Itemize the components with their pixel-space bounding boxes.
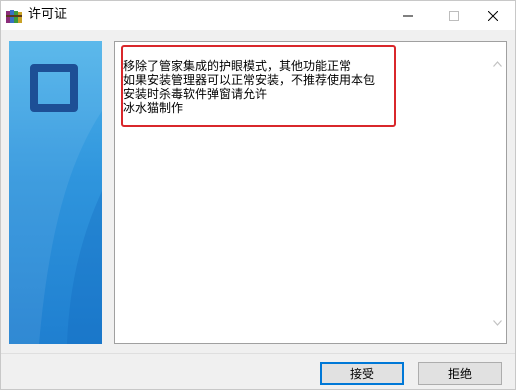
accept-button[interactable]: 接受 bbox=[320, 362, 404, 385]
title-bar[interactable]: 许可证 bbox=[1, 1, 515, 30]
side-banner bbox=[9, 41, 102, 344]
license-line: 如果安装管理器可以正常安装，不推荐使用本包 bbox=[123, 73, 376, 87]
license-textbox[interactable]: 移除了管家集成的护眼模式，其他功能正常 如果安装管理器可以正常安装，不推荐使用本… bbox=[114, 41, 507, 344]
license-line: 冰水猫制作 bbox=[123, 101, 184, 115]
chevron-up-icon bbox=[493, 52, 502, 71]
scroll-down-button[interactable] bbox=[489, 312, 506, 329]
license-text: 移除了管家集成的护眼模式，其他功能正常 如果安装管理器可以正常安装，不推荐使用本… bbox=[123, 59, 483, 115]
minimize-button[interactable] bbox=[385, 1, 431, 30]
dialog-content: 移除了管家集成的护眼模式，其他功能正常 如果安装管理器可以正常安装，不推荐使用本… bbox=[9, 41, 507, 344]
maximize-icon bbox=[449, 6, 459, 25]
license-dialog: 许可证 移除了管家集成的护眼模式，其他功能正常 如果安装管理器可以正常安装，不推… bbox=[0, 0, 516, 390]
close-button[interactable] bbox=[470, 1, 516, 30]
close-icon bbox=[487, 6, 499, 25]
footer-divider bbox=[1, 353, 515, 354]
scroll-up-button[interactable] bbox=[489, 53, 506, 70]
window-title: 许可证 bbox=[28, 7, 68, 22]
vertical-scrollbar[interactable] bbox=[489, 42, 506, 343]
license-line: 安装时杀毒软件弹窗请允许 bbox=[123, 87, 268, 101]
winrar-books-icon bbox=[6, 8, 22, 23]
app-logo bbox=[30, 64, 78, 112]
license-line: 移除了管家集成的护眼模式，其他功能正常 bbox=[123, 59, 352, 73]
chevron-down-icon bbox=[493, 311, 502, 330]
minimize-icon bbox=[403, 6, 413, 25]
decline-button[interactable]: 拒绝 bbox=[418, 362, 502, 385]
